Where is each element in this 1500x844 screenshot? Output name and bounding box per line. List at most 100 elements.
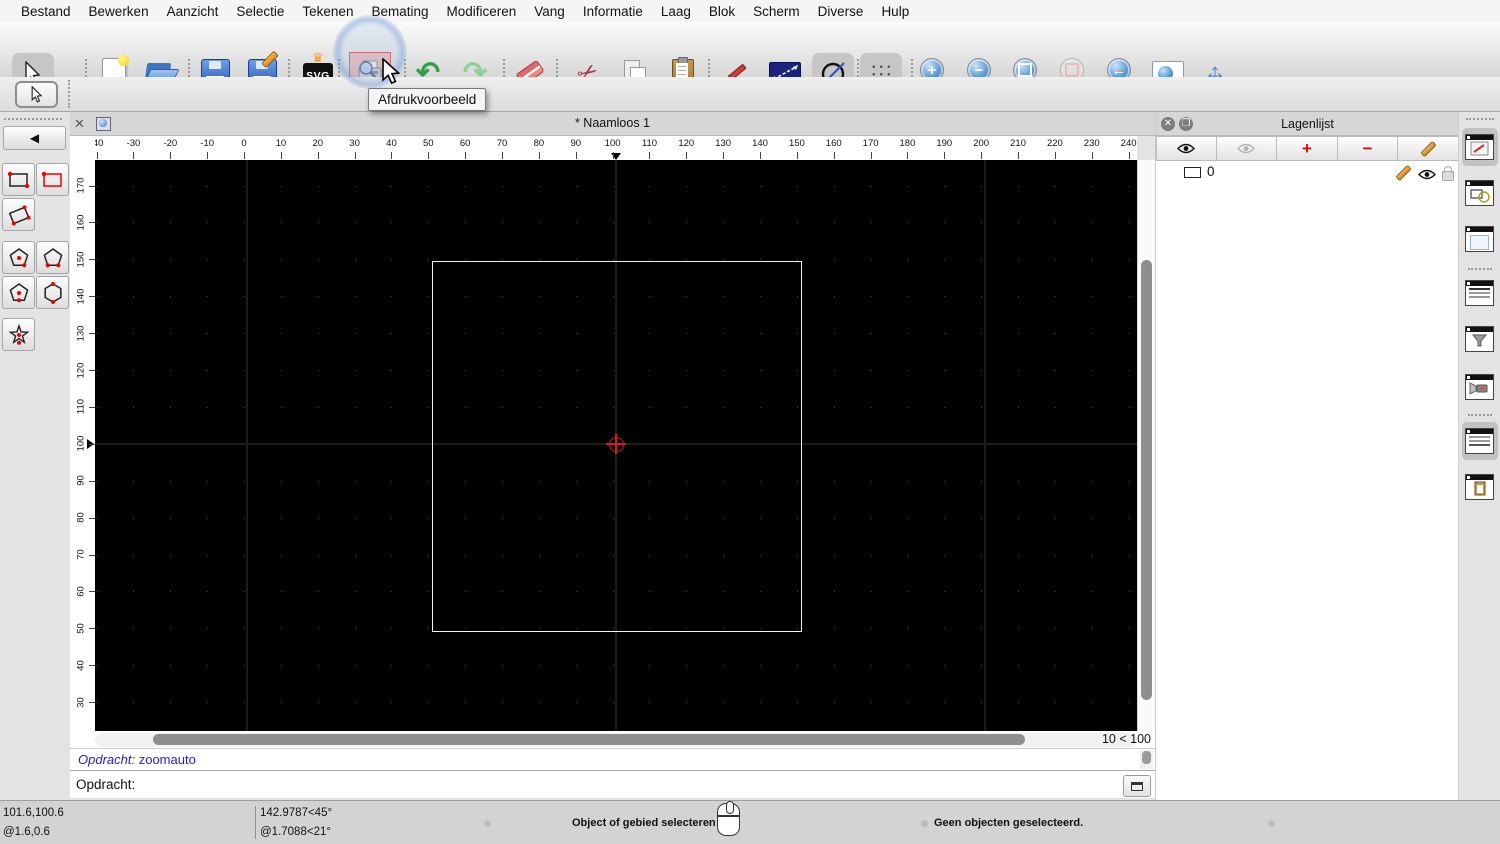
menu-bewerken[interactable]: Bewerken <box>80 4 158 19</box>
tool-options-widget-button[interactable] <box>1465 374 1494 400</box>
grid-dot <box>944 185 946 187</box>
layer-edit-icon[interactable] <box>1395 164 1412 182</box>
eye-dim-icon <box>1237 143 1256 154</box>
plus-icon: + <box>1302 139 1312 158</box>
grid-dot <box>981 222 983 224</box>
add-layer-button[interactable]: + <box>1277 136 1338 161</box>
grid-dot <box>870 591 872 593</box>
grid-dot <box>1018 480 1020 482</box>
edit-layer-button[interactable] <box>1398 136 1459 161</box>
hruler-tick <box>391 152 393 159</box>
history-scrollbar-thumb[interactable] <box>1142 751 1151 764</box>
grid-dot <box>833 554 835 556</box>
grid-dot <box>1128 222 1130 224</box>
grid-dot <box>870 259 872 261</box>
menu-tekenen[interactable]: Tekenen <box>293 4 362 19</box>
hruler-label: 110 <box>641 138 658 149</box>
vertical-scrollbar[interactable] <box>1137 160 1155 731</box>
command-input[interactable] <box>142 774 1146 796</box>
grid-dot <box>1018 370 1020 371</box>
library-widget-button[interactable] <box>1465 226 1494 252</box>
menu-hulp[interactable]: Hulp <box>872 4 918 19</box>
menu-diverse[interactable]: Diverse <box>809 4 873 19</box>
grid-dot <box>1091 222 1093 224</box>
horizontal-scrollbar[interactable] <box>95 733 1137 747</box>
grid-dot <box>1128 185 1130 187</box>
polygon-2corners-tool[interactable] <box>36 241 69 274</box>
strip-separator <box>1468 414 1492 416</box>
grid-dot <box>354 628 356 630</box>
meta-grid-line-x200 <box>984 160 986 731</box>
layer-lock-icon[interactable] <box>1442 166 1454 181</box>
dock-drag-handle[interactable] <box>4 118 62 120</box>
hexagon-tool[interactable] <box>36 276 69 309</box>
grid-dot <box>833 702 835 704</box>
remove-layer-button[interactable]: − <box>1337 136 1399 161</box>
hruler-tick <box>649 152 651 159</box>
mouse-hint-icon <box>717 801 740 836</box>
grid-dot <box>1128 554 1130 556</box>
menu-vang[interactable]: Vang <box>525 4 574 19</box>
menu-informatie[interactable]: Informatie <box>574 4 652 19</box>
layer-row[interactable]: 0 <box>1156 161 1459 184</box>
grid-dot <box>760 222 762 224</box>
history-scrollbar[interactable] <box>1140 750 1153 769</box>
grid-dot <box>428 185 430 187</box>
menu-blok[interactable]: Blok <box>700 4 744 19</box>
grid-dot <box>1091 406 1093 408</box>
rect-corner-icon <box>41 171 62 187</box>
menu-laag[interactable]: Laag <box>652 4 700 19</box>
command-options-button[interactable] <box>1123 775 1151 797</box>
grid-dot <box>944 554 946 556</box>
grid-dot <box>575 185 577 187</box>
grid-dot <box>96 665 98 667</box>
rect-3points-tool[interactable] <box>2 198 35 231</box>
menu-modificeren[interactable]: Modificeren <box>438 4 526 19</box>
strip-drag-handle[interactable] <box>1466 118 1494 120</box>
grid-dot <box>723 222 725 224</box>
hide-all-layers-button[interactable] <box>1216 136 1278 161</box>
hruler-label: 10 <box>275 138 287 149</box>
layer-visibility-icon[interactable] <box>1418 167 1436 185</box>
grid-dot <box>538 222 540 224</box>
drawing-canvas[interactable] <box>95 160 1137 731</box>
vruler-label: 80 <box>75 512 87 523</box>
grid-dot <box>133 702 135 704</box>
layer-name: 0 <box>1207 164 1215 179</box>
block-list-widget-button[interactable] <box>1465 180 1494 206</box>
empty-frame-icon <box>1470 235 1489 250</box>
select-single-button[interactable] <box>15 81 58 108</box>
menu-bestand[interactable]: Bestand <box>12 4 80 19</box>
grid-dot <box>317 370 319 371</box>
filter-widget-button[interactable] <box>1465 326 1494 352</box>
horizontal-scrollbar-thumb[interactable] <box>153 734 1025 745</box>
vruler-label: 160 <box>75 214 87 231</box>
tools-back-button[interactable]: ◀ <box>3 126 66 150</box>
grid-dot <box>244 480 246 482</box>
grid-dot <box>280 554 282 556</box>
grid-dot <box>760 702 762 704</box>
grid-dot <box>981 406 983 408</box>
grid-dot <box>207 591 209 593</box>
polygon-center-tangent-tool[interactable] <box>2 276 35 309</box>
menu-aanzicht[interactable]: Aanzicht <box>158 4 228 19</box>
menu-selectie[interactable]: Selectie <box>227 4 293 19</box>
grid-dot <box>796 185 798 187</box>
command-input-row: Opdracht: <box>70 770 1155 798</box>
layer-list-widget-button[interactable] <box>1465 134 1494 160</box>
show-all-layers-button[interactable] <box>1156 136 1217 161</box>
clipboard-widget-button[interactable] <box>1465 474 1494 500</box>
rect-corner-tool[interactable] <box>36 163 69 196</box>
command-options-widget-button[interactable] <box>1465 280 1494 306</box>
hruler-label: -10 <box>200 138 215 149</box>
grid-dot <box>465 185 467 187</box>
command-line-widget-button[interactable] <box>1465 428 1494 454</box>
polygon-center-corner-tool[interactable] <box>2 241 35 274</box>
star-tool[interactable] <box>2 318 35 351</box>
rect-2points-tool[interactable] <box>2 163 35 196</box>
grid-dot <box>244 296 246 298</box>
grid-dot <box>944 370 946 371</box>
pencil-page-icon <box>1470 141 1489 156</box>
menu-scherm[interactable]: Scherm <box>744 4 809 19</box>
vertical-scrollbar-thumb[interactable] <box>1141 260 1152 700</box>
